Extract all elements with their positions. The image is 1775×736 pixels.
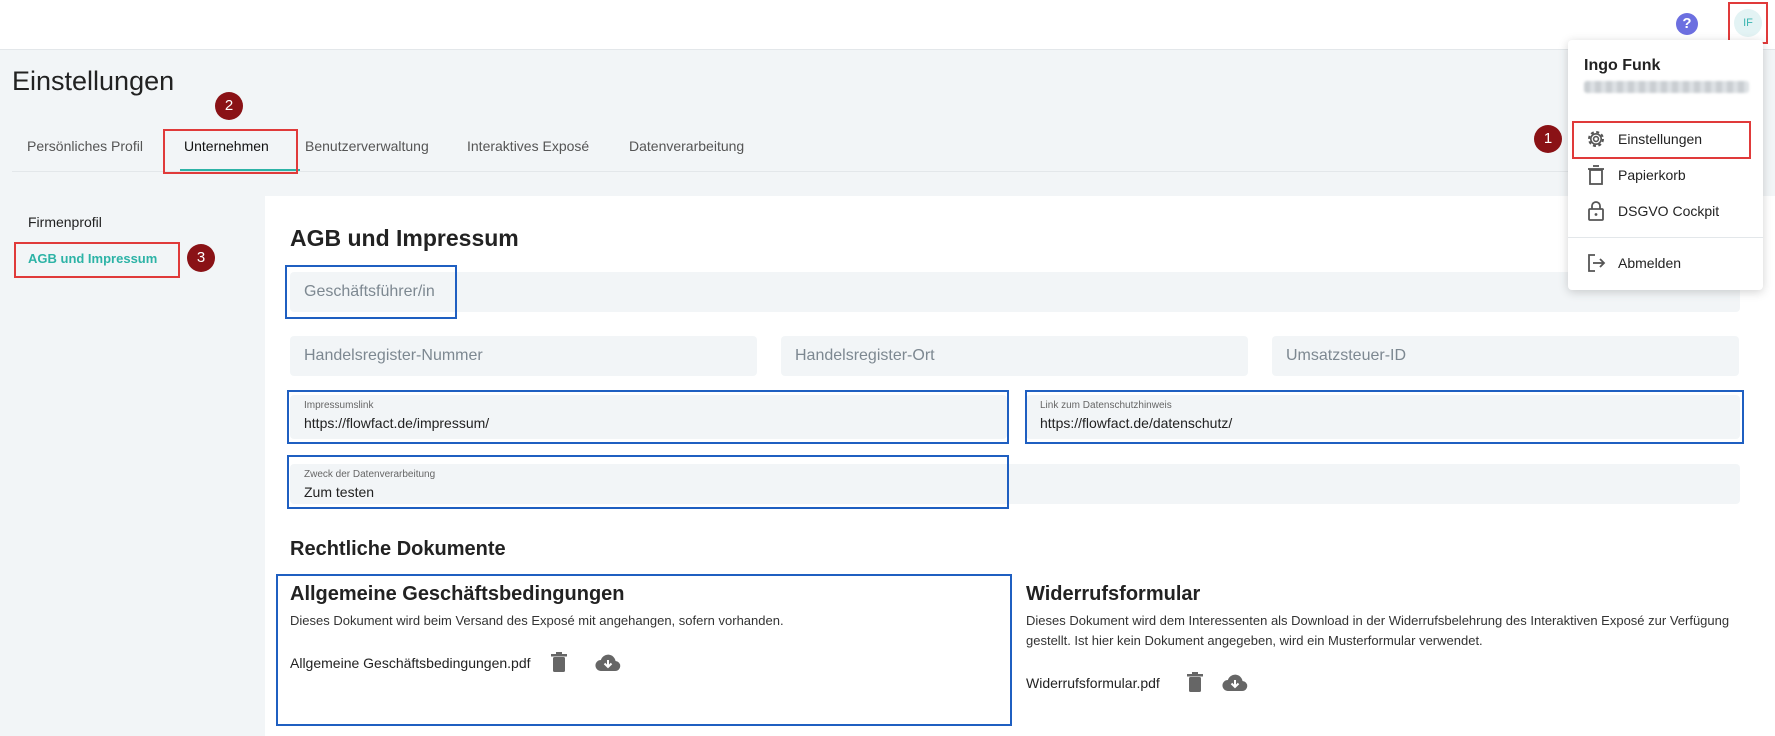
avatar[interactable]: IF [1734, 9, 1762, 37]
menu-item-dsgvo-cockpit-label: DSGVO Cockpit [1618, 203, 1720, 219]
datenschutz-link-highlight-box [1025, 390, 1744, 444]
widerruf-download-icon[interactable] [1222, 673, 1248, 693]
trash-icon [1588, 165, 1604, 185]
help-icon[interactable]: ? [1676, 13, 1698, 35]
step-badge-1: 1 [1534, 125, 1562, 153]
geschaeftsfuehrer-highlight-box [285, 265, 457, 319]
widerruf-title: Widerrufsformular [1026, 583, 1201, 605]
umsatzsteuer-id-field[interactable]: Umsatzsteuer-ID [1272, 336, 1739, 376]
menu-item-einstellungen-highlight-box [1572, 121, 1751, 159]
geschaeftsfuehrer-field[interactable]: Geschäftsführer/in [290, 272, 1740, 312]
menu-item-papierkorb-label: Papierkorb [1618, 167, 1686, 183]
menu-item-dsgvo-cockpit[interactable]: DSGVO Cockpit [1584, 196, 1759, 226]
menu-divider [1568, 237, 1763, 238]
menu-item-abmelden[interactable]: Abmelden [1584, 248, 1759, 278]
zweck-datenverarbeitung-highlight-box [287, 455, 1009, 509]
lock-icon [1588, 201, 1604, 221]
tab-interaktives-expose[interactable]: Interaktives Exposé [467, 138, 589, 154]
sidebar-item-firmenprofil[interactable]: Firmenprofil [28, 214, 102, 230]
agb-highlight-box [276, 574, 1012, 726]
top-bar: ? IF [0, 0, 1775, 50]
menu-item-papierkorb[interactable]: Papierkorb [1584, 160, 1759, 190]
widerruf-filename: Widerrufsformular.pdf [1026, 675, 1160, 691]
handelsregister-ort-placeholder: Handelsregister-Ort [795, 347, 935, 364]
section-title: AGB und Impressum [290, 225, 519, 251]
handelsregister-ort-field[interactable]: Handelsregister-Ort [781, 336, 1248, 376]
user-email-blurred [1584, 81, 1749, 93]
page-title: Einstellungen [12, 66, 175, 96]
user-name: Ingo Funk [1584, 57, 1661, 74]
logout-icon [1588, 254, 1606, 272]
impressumslink-highlight-box [287, 390, 1009, 444]
tab-unternehmen-highlight-box [163, 129, 298, 174]
tab-persoenliches-profil[interactable]: Persönliches Profil [27, 138, 143, 154]
sidebar-item-highlight-box [14, 242, 180, 278]
menu-item-abmelden-label: Abmelden [1618, 255, 1682, 271]
handelsregister-nummer-placeholder: Handelsregister-Nummer [304, 347, 483, 364]
step-badge-3: 3 [187, 244, 215, 272]
tab-benutzerverwaltung[interactable]: Benutzerverwaltung [305, 138, 429, 154]
tab-datenverarbeitung[interactable]: Datenverarbeitung [629, 138, 744, 154]
legal-documents-title: Rechtliche Dokumente [290, 538, 506, 560]
widerruf-description: Dieses Dokument wird dem Interessenten a… [1026, 613, 1730, 648]
user-menu: Ingo Funk Einstellungen Papierkorb DSGVO… [1568, 40, 1763, 290]
handelsregister-nummer-field[interactable]: Handelsregister-Nummer [290, 336, 757, 376]
umsatzsteuer-id-placeholder: Umsatzsteuer-ID [1286, 347, 1407, 364]
step-badge-2: 2 [215, 92, 243, 120]
widerruf-delete-icon[interactable] [1186, 672, 1204, 694]
